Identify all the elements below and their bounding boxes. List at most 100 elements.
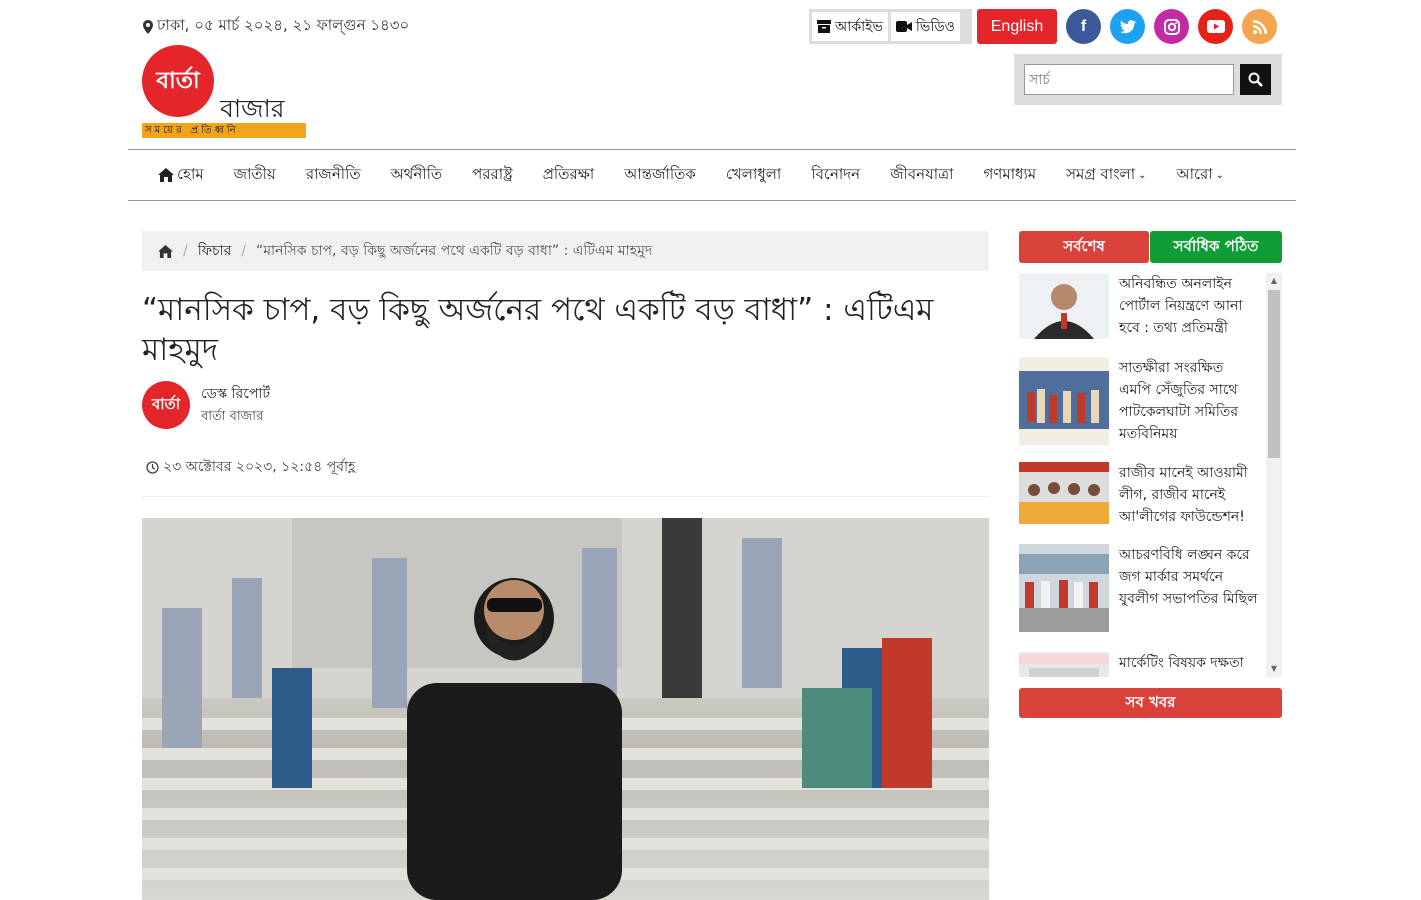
breadcrumb-section[interactable]: ফিচার <box>198 239 232 263</box>
nav-label: গণমাধ্যম <box>983 164 1037 183</box>
nav-label: হোম <box>177 164 204 183</box>
author-org: বার্তা বাজার <box>201 409 264 424</box>
tab-latest[interactable]: সর্বশেষ <box>1019 231 1149 263</box>
search-button[interactable] <box>1240 64 1271 95</box>
list-item[interactable]: আচরণবিধি লঙ্ঘন করে জগ মার্কার সমর্থনে যু… <box>1019 544 1264 632</box>
nav-label: বিনোদন <box>811 164 861 183</box>
all-news-button[interactable]: সব খবর <box>1019 688 1282 718</box>
chevron-down-icon: ⌄ <box>1138 169 1147 181</box>
author-avatar: বার্তা <box>142 381 190 429</box>
news-title[interactable]: সাতক্ষীরা সংরক্ষিত এমপি সেঁজুতির সাথে পা… <box>1119 357 1259 445</box>
nav-item-all-bangla[interactable]: সমগ্র বাংলা ⌄ <box>1066 163 1146 188</box>
nav-item-home[interactable]: হোম <box>158 163 204 188</box>
facebook-icon[interactable]: f <box>1066 9 1101 44</box>
nav-item-national[interactable]: জাতীয় <box>234 163 276 188</box>
search-icon <box>1248 72 1263 87</box>
publish-time: ২৩ অক্টোবর ২০২৩, ১২:৫৪ পূর্বাহ্ণ <box>146 455 355 479</box>
news-thumbnail <box>1019 273 1109 339</box>
date-text: ঢাকা, ০৫ মার্চ ২০২৪, ২১ ফাল্গুন ১৪৩০ <box>157 16 410 34</box>
archive-label: আর্কাইভ <box>835 18 883 35</box>
rss-glyph <box>1252 19 1267 34</box>
news-thumbnail <box>1019 357 1109 445</box>
nav-label: পররাষ্ট্র <box>472 164 513 183</box>
list-item[interactable]: মার্কেটিং বিষয়ক দক্ষতা <box>1019 652 1264 677</box>
photo-illustration <box>142 518 989 900</box>
nav-item-economy[interactable]: অর্থনীতি <box>391 163 443 188</box>
tab-most-read[interactable]: সর্বাধিক পঠিত <box>1150 231 1282 263</box>
nav-label: রাজনীতি <box>305 164 361 183</box>
nav-label: সমগ্র বাংলা <box>1066 164 1136 183</box>
nav-item-defence[interactable]: প্রতিরক্ষা <box>543 163 595 188</box>
archive-button[interactable]: আর্কাইভ <box>812 12 888 41</box>
nav-label: আন্তর্জাতিক <box>624 164 696 183</box>
list-item[interactable]: সাতক্ষীরা সংরক্ষিত এমপি সেঁজুতির সাথে পা… <box>1019 357 1264 445</box>
list-item[interactable]: অনিবন্ধিত অনলাইন পোর্টাল নিয়ন্ত্রণে আনা… <box>1019 273 1264 339</box>
instagram-icon[interactable] <box>1154 9 1189 44</box>
news-thumbnail <box>1019 652 1109 677</box>
logo-circle: বার্তা <box>142 45 214 117</box>
author-name[interactable]: ডেস্ক রিপোর্ট <box>201 382 270 406</box>
article-headline: “মানসিক চাপ, বড় কিছু অর্জনের পথে একটি ব… <box>142 292 934 368</box>
news-thumbnail-image <box>1019 357 1109 445</box>
news-thumbnail <box>1019 462 1109 524</box>
video-button[interactable]: ভিডিও <box>890 12 960 41</box>
archive-icon <box>817 20 831 33</box>
date-line: ঢাকা, ০৫ মার্চ ২০২৪, ২১ ফাল্গুন ১৪৩০ <box>143 14 409 39</box>
site-logo[interactable]: বার্তা বাজার সময়ের প্রতিধ্বনি <box>142 45 312 140</box>
news-thumbnail <box>1019 544 1109 632</box>
news-thumbnail-image <box>1019 273 1109 339</box>
news-thumbnail-image <box>1019 462 1109 524</box>
news-thumbnail-image <box>1019 544 1109 632</box>
news-list-scrollbar[interactable]: ▲ ▼ <box>1266 273 1282 677</box>
video-label: ভিডিও <box>915 18 955 35</box>
youtube-icon[interactable] <box>1198 9 1233 44</box>
news-thumbnail-image <box>1019 652 1109 677</box>
clock-icon <box>146 460 159 474</box>
youtube-glyph <box>1206 20 1225 33</box>
article-photo <box>142 518 989 900</box>
nav-item-more[interactable]: আরো ⌄ <box>1176 163 1224 188</box>
nav-label: আরো <box>1176 164 1213 183</box>
archive-video-box: আর্কাইভ ভিডিও <box>809 9 972 44</box>
nav-item-sports[interactable]: খেলাধুলা <box>726 163 781 188</box>
nav-item-entertainment[interactable]: বিনোদন <box>811 163 860 188</box>
list-item[interactable]: রাজীব মানেই আওয়ামী লীগ, রাজীব মানেই আ'ল… <box>1019 462 1264 525</box>
search-box <box>1014 54 1282 105</box>
latest-news-list: অনিবন্ধিত অনলাইন পোর্টাল নিয়ন্ত্রণে আনা… <box>1019 273 1282 677</box>
nav-item-international[interactable]: আন্তর্জাতিক <box>624 163 696 188</box>
breadcrumb-separator: / <box>241 243 246 259</box>
main-nav: হোম জাতীয় রাজনীতি অর্থনীতি পররাষ্ট্র প্… <box>128 149 1296 201</box>
nav-item-foreign[interactable]: পররাষ্ট্র <box>472 163 513 188</box>
video-camera-icon <box>895 21 912 32</box>
facebook-glyph: f <box>1080 17 1087 35</box>
news-title[interactable]: মার্কেটিং বিষয়ক দক্ষতা <box>1119 652 1259 677</box>
twitter-icon[interactable] <box>1110 9 1145 44</box>
instagram-glyph <box>1163 18 1180 35</box>
scrollbar-thumb[interactable] <box>1268 290 1280 458</box>
home-icon <box>158 168 174 182</box>
english-button[interactable]: English <box>977 9 1057 44</box>
nav-label: খেলাধুলা <box>725 164 782 183</box>
breadcrumb-separator: / <box>183 243 188 259</box>
nav-label: জাতীয় <box>233 164 276 183</box>
nav-item-lifestyle[interactable]: জীবনযাত্রা <box>890 163 953 188</box>
rss-icon[interactable] <box>1242 9 1277 44</box>
nav-label: অর্থনীতি <box>390 164 443 183</box>
publish-time-text: ২৩ অক্টোবর ২০২৩, ১২:৫৪ পূর্বাহ্ণ <box>163 459 356 475</box>
news-title[interactable]: রাজীব মানেই আওয়ামী লীগ, রাজীব মানেই আ'ল… <box>1119 462 1259 525</box>
home-icon[interactable] <box>158 244 173 258</box>
logo-tagline: সময়ের প্রতিধ্বনি <box>142 123 306 138</box>
news-title[interactable]: অনিবন্ধিত অনলাইন পোর্টাল নিয়ন্ত্রণে আনা… <box>1119 273 1259 339</box>
nav-label: প্রতিরক্ষা <box>542 164 595 183</box>
news-title[interactable]: আচরণবিধি লঙ্ঘন করে জগ মার্কার সমর্থনে যু… <box>1119 544 1259 632</box>
nav-label: জীবনযাত্রা <box>890 164 954 183</box>
nav-item-politics[interactable]: রাজনীতি <box>306 163 361 188</box>
divider <box>142 496 989 497</box>
chevron-down-icon: ⌄ <box>1215 169 1224 181</box>
location-pin-icon <box>143 19 153 34</box>
scroll-up-arrow-icon[interactable]: ▲ <box>1266 275 1282 287</box>
scroll-down-arrow-icon[interactable]: ▼ <box>1266 663 1282 675</box>
search-input[interactable] <box>1024 64 1234 95</box>
breadcrumb: / ফিচার / “মানসিক চাপ, বড় কিছু অর্জনের … <box>142 231 989 271</box>
nav-item-media[interactable]: গণমাধ্যম <box>983 163 1036 188</box>
